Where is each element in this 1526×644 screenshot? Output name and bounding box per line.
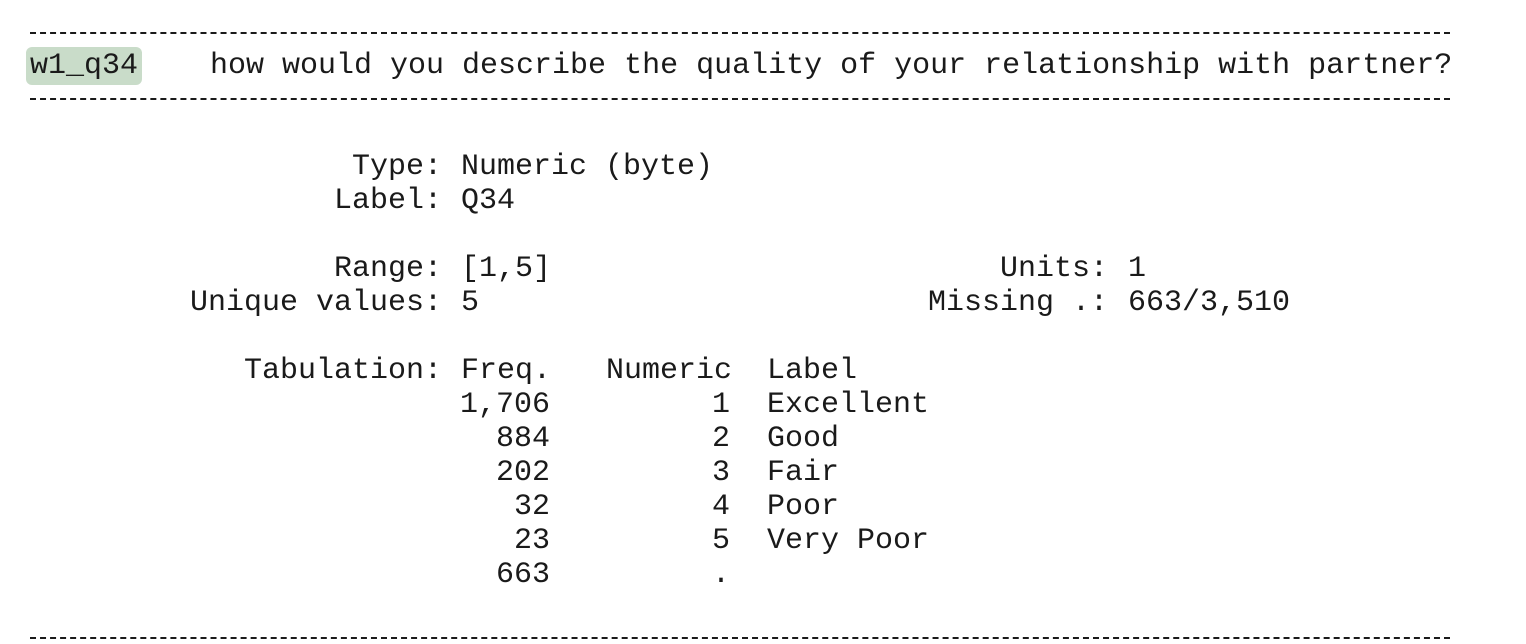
units-label: Units:	[999, 252, 1108, 286]
table-row-freq: 663	[495, 558, 550, 592]
freq-header: Freq.	[461, 354, 552, 388]
type-label: Type:	[351, 150, 442, 184]
numeric-header: Numeric	[605, 354, 732, 388]
table-row-numeric: 1	[711, 388, 730, 422]
table-row-freq: 1,706	[459, 388, 550, 422]
table-row-numeric: 3	[711, 456, 730, 490]
table-row-numeric: 4	[711, 490, 730, 524]
table-row-numeric: 5	[711, 524, 730, 558]
label-header: Label	[767, 354, 858, 388]
unique-values-value: 5	[461, 286, 480, 320]
missing-value: 663/3,510	[1128, 286, 1291, 320]
range-value: [1,5]	[461, 252, 552, 286]
range-label: Range:	[333, 252, 442, 286]
table-row-label: Fair	[767, 456, 840, 490]
label-value: Q34	[461, 184, 516, 218]
table-row-numeric: .	[711, 558, 730, 592]
tabulation-label: Tabulation:	[243, 354, 442, 388]
variable-name[interactable]: w1_q34	[26, 47, 143, 85]
header-divider	[30, 98, 1450, 100]
table-row-label: Excellent	[767, 388, 930, 422]
unique-values-label: Unique values:	[189, 286, 442, 320]
label-label: Label:	[333, 184, 442, 218]
variable-question: how would you describe the quality of yo…	[210, 49, 1453, 83]
table-row-freq: 202	[495, 456, 550, 490]
missing-label: Missing .:	[927, 286, 1108, 320]
table-row-label: Very Poor	[767, 524, 930, 558]
table-row-label: Poor	[767, 490, 840, 524]
top-divider	[30, 32, 1450, 34]
units-value: 1	[1128, 252, 1147, 286]
table-row-label: Good	[767, 422, 840, 456]
table-row-freq: 23	[513, 524, 550, 558]
bottom-divider	[30, 637, 1450, 639]
table-row-numeric: 2	[711, 422, 730, 456]
table-row-freq: 884	[495, 422, 550, 456]
table-row-freq: 32	[513, 490, 550, 524]
type-value: Numeric (byte)	[461, 150, 714, 184]
